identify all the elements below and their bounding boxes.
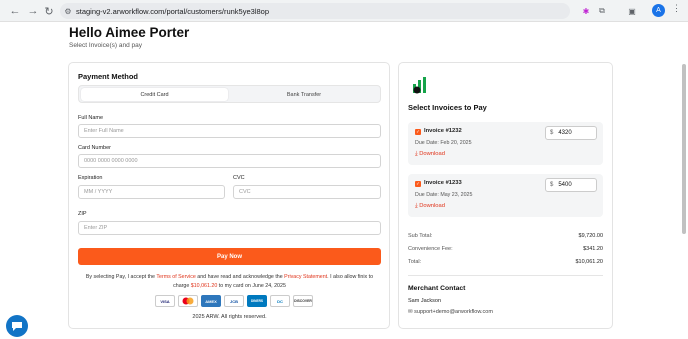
visa-logo: VISA xyxy=(155,295,175,307)
terms-of-service-link[interactable]: Terms of Service xyxy=(156,274,195,280)
invoice-item: ✓ Invoice #1232 Due Date: Feb 20, 2025 ⤓… xyxy=(408,122,603,165)
tab-credit-card[interactable]: Credit Card xyxy=(81,88,228,101)
arw-logo-icon xyxy=(413,77,426,94)
terms-text: By selecting Pay, I accept the Terms of … xyxy=(78,273,381,290)
copyright-text: 2025 ARW. All rights reserved. xyxy=(192,314,267,320)
merchant-name: Sam Jackson xyxy=(408,298,442,304)
mail-icon: ✉ xyxy=(408,309,413,315)
cvc-field[interactable]: CVC xyxy=(233,185,381,199)
site-info-icon[interactable]: ⚙ xyxy=(60,7,76,16)
full-name-field[interactable]: Enter Full Name xyxy=(78,124,381,138)
invoice-checkbox[interactable]: ✓ xyxy=(415,181,421,187)
diners-logo: DINERS xyxy=(247,295,267,307)
privacy-statement-link[interactable]: Privacy Statement xyxy=(284,274,327,280)
zip-label: ZIP xyxy=(78,211,87,217)
dinersclub-logo: DC xyxy=(270,295,290,307)
page-subtitle: Select Invoice(s) and pay xyxy=(69,42,142,49)
subtotal-row: Sub Total: $9,720.00 xyxy=(408,233,603,239)
sidepanel-icon[interactable]: ▣ xyxy=(624,3,640,19)
page-title: Hello Aimee Porter xyxy=(69,25,190,40)
download-link[interactable]: ⤓ Download xyxy=(415,151,445,158)
convenience-fee-row: Convenience Fee: $341.20 xyxy=(408,246,603,252)
divider xyxy=(408,275,603,276)
menu-kebab-icon[interactable]: ⋮ xyxy=(672,3,681,14)
pay-now-button[interactable]: Pay Now xyxy=(78,248,381,265)
invoice-amount-input[interactable]: $4320 xyxy=(545,126,597,140)
mastercard-logo xyxy=(178,295,198,307)
back-icon[interactable]: ← xyxy=(6,2,24,20)
chat-widget-button[interactable] xyxy=(6,315,28,337)
card-brand-logos: VISA AMEX JCB DINERS DC DISCOVER xyxy=(155,295,313,307)
total-row: Total: $10,061.20 xyxy=(408,259,603,265)
reload-icon[interactable]: ↻ xyxy=(40,2,58,20)
dollar-sign-icon: $ xyxy=(550,130,554,136)
invoice-name: Invoice #1232 xyxy=(424,128,462,134)
payment-tabs: Credit Card Bank Transfer xyxy=(78,85,381,103)
invoice-checkbox[interactable]: ✓ xyxy=(415,129,421,135)
dollar-sign-icon: $ xyxy=(550,182,554,188)
scrollbar-thumb[interactable] xyxy=(682,64,686,234)
merchant-contact-title: Merchant Contact xyxy=(408,285,466,292)
payment-method-title: Payment Method xyxy=(78,72,139,81)
amex-logo: AMEX xyxy=(201,295,221,307)
discover-logo: DISCOVER xyxy=(293,295,313,307)
url-text: staging-v2.arworkflow.com/portal/custome… xyxy=(76,6,270,16)
invoice-due-date: Due Date: Feb 20, 2025 xyxy=(415,140,472,146)
full-name-label: Full Name xyxy=(78,115,104,121)
zip-field[interactable]: Enter ZIP xyxy=(78,221,381,235)
extension-icon[interactable]: ✱ xyxy=(578,3,594,19)
charge-amount: $10,061.20 xyxy=(190,282,218,289)
terms-part2: and have read and acknowledge the xyxy=(195,274,285,280)
portal-page: Hello Aimee Porter Select Invoice(s) and… xyxy=(0,22,688,339)
card-number-label: Card Number xyxy=(78,145,112,151)
invoice-amount-input[interactable]: $5400 xyxy=(545,178,597,192)
invoice-due-date: Due Date: May 23, 2025 xyxy=(415,192,473,198)
puzzle-extensions-icon[interactable]: ⧉ xyxy=(594,3,610,19)
invoice-item: ✓ Invoice #1233 Due Date: May 23, 2025 ⤓… xyxy=(408,174,603,217)
terms-part4: to my card on June 24, 2025 xyxy=(217,282,286,289)
invoices-card: Select Invoices to Pay ✓ Invoice #1232 D… xyxy=(398,62,613,329)
download-link[interactable]: ⤓ Download xyxy=(415,203,445,210)
merchant-email[interactable]: ✉ support+demo@arworkflow.com xyxy=(408,309,493,315)
expiration-field[interactable]: MM / YYYY xyxy=(78,185,225,199)
profile-avatar[interactable]: A xyxy=(652,4,665,17)
card-number-field[interactable]: 0000 0000 0000 0000 xyxy=(78,154,381,168)
invoices-title: Select Invoices to Pay xyxy=(408,103,487,112)
chat-bubble-icon xyxy=(12,322,22,331)
address-bar[interactable]: ⚙ staging-v2.arworkflow.com/portal/custo… xyxy=(60,3,570,19)
browser-toolbar: ← → ↻ ⚙ staging-v2.arworkflow.com/portal… xyxy=(0,0,688,22)
invoice-name: Invoice #1233 xyxy=(424,180,462,186)
jcb-logo: JCB xyxy=(224,295,244,307)
expiration-label: Expiration xyxy=(78,175,103,181)
tab-bank-transfer[interactable]: Bank Transfer xyxy=(230,88,378,101)
cvc-label: CVC xyxy=(233,175,245,181)
terms-part1: By selecting Pay, I accept the xyxy=(85,274,157,280)
payment-method-card: Payment Method Credit Card Bank Transfer… xyxy=(68,62,390,329)
